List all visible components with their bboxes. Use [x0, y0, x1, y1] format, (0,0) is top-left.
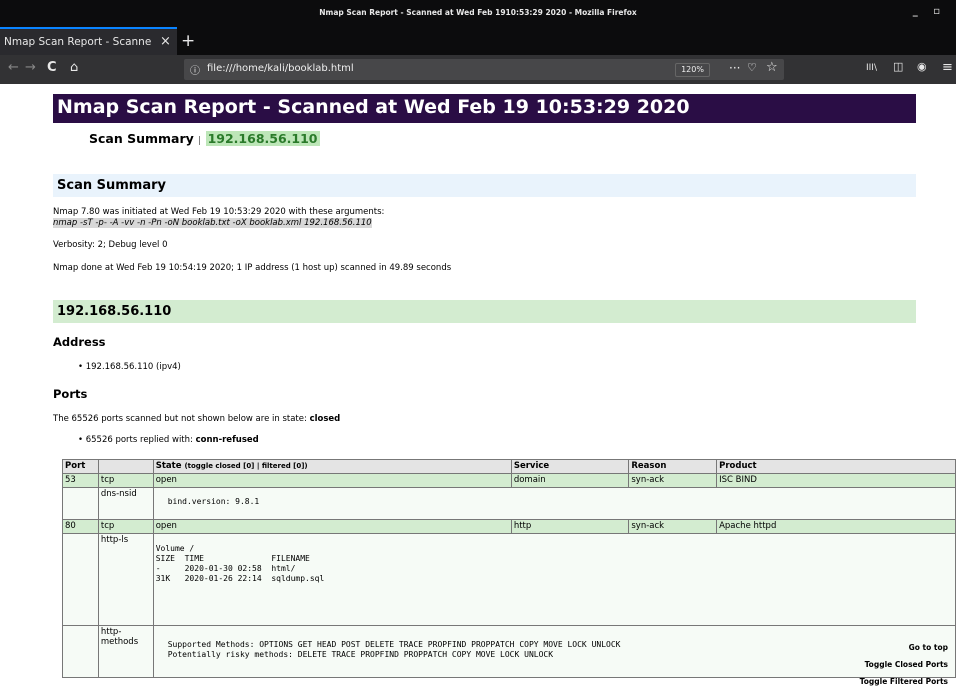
service-cell: http [510, 519, 630, 534]
report-title: Nmap Scan Report - Scanned at Wed Feb 19… [53, 94, 916, 123]
script-output: bind.version: 9.8.1 [167, 497, 260, 506]
menu-icon[interactable]: ≡ [942, 60, 953, 75]
tab-bar: Nmap Scan Report - Scanne × [0, 27, 956, 55]
ports-heading: Ports [53, 387, 88, 401]
script-row: http- methods Supported Methods: OPTIONS… [62, 625, 956, 678]
page-actions-icon[interactable]: ··· [729, 61, 740, 75]
col-proto [97, 459, 154, 474]
script-name: http-ls [97, 533, 154, 626]
library-icon[interactable]: III\ [866, 63, 877, 73]
summary-separator: | [198, 136, 202, 146]
ports-table: Port State (toggle closed [0] | filtered… [62, 459, 956, 678]
product-cell: Apache httpd [716, 519, 956, 534]
script-output: Volume / SIZE TIME FILENAME - 2020-01-30… [155, 544, 325, 583]
window-controls[interactable]: _ ▫ [913, 6, 946, 17]
page-content: Nmap Scan Report - Scanned at Wed Feb 19… [0, 84, 956, 692]
nmap-done-text: Nmap done at Wed Feb 19 10:54:19 2020; 1… [53, 263, 452, 273]
host-ip-link[interactable]: 192.168.56.110 [205, 131, 320, 146]
col-product: Product [716, 459, 956, 474]
script-row: dns-nsid bind.version: 9.8.1 [62, 487, 956, 520]
home-icon[interactable]: ⌂ [70, 60, 78, 75]
toggle-filtered-ports-link[interactable]: Toggle Filtered Ports [860, 677, 948, 686]
new-tab-button[interactable]: + [181, 31, 195, 51]
window-title: Nmap Scan Report - Scanned at Wed Feb 19… [319, 8, 637, 17]
reason-cell: syn-ack [628, 519, 718, 534]
address-text: 192.168.56.110 (ipv4) [85, 362, 181, 372]
url-bar[interactable]: ⓘ file:///home/kali/booklab.html 120% ··… [184, 59, 784, 80]
summary-line: Scan Summary | 192.168.56.110 [89, 131, 320, 146]
col-service: Service [510, 459, 630, 474]
nav-toolbar: ← → C ⌂ ⓘ file:///home/kali/booklab.html… [0, 55, 956, 84]
nmap-args: nmap -sT -p- -A -vv -n -Pn -oN booklab.t… [53, 218, 372, 228]
pocket-icon[interactable]: ♡ [747, 61, 757, 74]
proto-cell: tcp [97, 473, 154, 488]
port-cell: 53 [62, 473, 99, 488]
verbosity-text: Verbosity: 2; Debug level 0 [53, 240, 168, 250]
address-heading: Address [53, 335, 106, 349]
reload-icon[interactable]: C [47, 60, 57, 75]
replied-reason: conn-refused [195, 435, 259, 445]
col-port: Port [62, 459, 99, 474]
not-shown-state: closed [309, 414, 341, 424]
host-heading: 192.168.56.110 [53, 300, 916, 323]
toggle-closed-ports-link[interactable]: Toggle Closed Ports [865, 660, 948, 669]
summary-link[interactable]: Scan Summary [89, 131, 194, 146]
script-name: dns-nsid [97, 487, 154, 520]
not-shown-prefix: The 65526 ports scanned but not shown be… [53, 414, 310, 424]
args-text: nmap -sT -p- -A -vv -n -Pn -oN booklab.t… [53, 218, 372, 228]
address-item: • 192.168.56.110 (ipv4) [78, 362, 181, 372]
go-to-top-link[interactable]: Go to top [909, 643, 948, 652]
forward-icon[interactable]: → [25, 60, 36, 75]
nmap-initiated-text: Nmap 7.80 was initiated at Wed Feb 19 10… [53, 207, 385, 217]
col-state: State (toggle closed [0] | filtered [0]) [152, 459, 512, 474]
window-titlebar: Nmap Scan Report - Scanned at Wed Feb 19… [0, 0, 956, 27]
zoom-level[interactable]: 120% [675, 63, 710, 77]
sidebar-icon[interactable]: ◫ [893, 60, 903, 73]
service-cell: domain [510, 473, 630, 488]
col-reason: Reason [628, 459, 718, 474]
account-icon[interactable]: ◉ [917, 60, 927, 73]
replied-prefix: 65526 ports replied with: [85, 435, 196, 445]
scan-summary-heading: Scan Summary [53, 174, 916, 197]
port-cell: 80 [62, 519, 99, 534]
reason-cell: syn-ack [628, 473, 718, 488]
state-cell: open [152, 519, 512, 534]
tab-nmap-report[interactable]: Nmap Scan Report - Scanne × [0, 27, 177, 55]
product-cell: ISC BIND [716, 473, 956, 488]
proto-cell: tcp [97, 519, 154, 534]
table-row: 53 tcp open domain syn-ack ISC BIND [62, 473, 956, 488]
ports-table-header: Port State (toggle closed [0] | filtered… [62, 459, 956, 474]
replied-item: • 65526 ports replied with: conn-refused [78, 435, 259, 445]
tab-title: Nmap Scan Report - Scanne [4, 36, 152, 48]
state-toggle-links[interactable]: (toggle closed [0] | filtered [0]) [184, 462, 307, 470]
not-shown-text: The 65526 ports scanned but not shown be… [53, 414, 340, 424]
url-text[interactable]: file:///home/kali/booklab.html [207, 63, 354, 74]
close-tab-icon[interactable]: × [160, 34, 171, 49]
table-row: 80 tcp open http syn-ack Apache httpd [62, 519, 956, 534]
bookmark-star-icon[interactable]: ☆ [766, 60, 778, 75]
script-output: Supported Methods: OPTIONS GET HEAD POST… [167, 640, 621, 659]
col-state-label: State [155, 461, 182, 471]
info-icon[interactable]: ⓘ [190, 62, 200, 77]
back-icon[interactable]: ← [8, 60, 19, 75]
script-name: http- methods [97, 625, 154, 678]
script-row: http-ls Volume / SIZE TIME FILENAME - 20… [62, 533, 956, 626]
state-cell: open [152, 473, 512, 488]
